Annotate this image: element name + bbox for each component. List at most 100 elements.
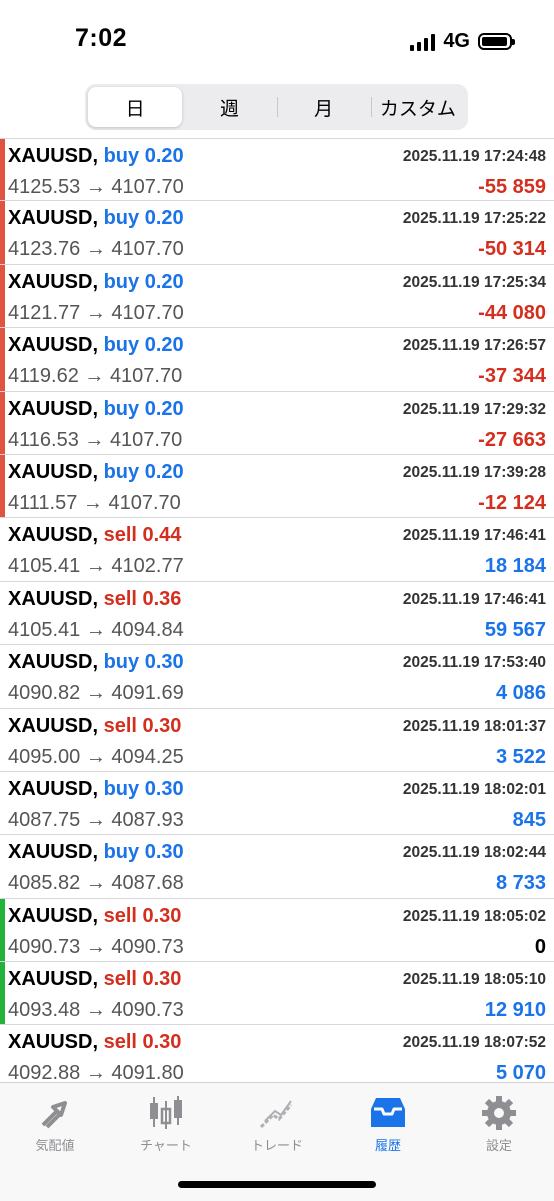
trade-symbol: XAUUSD, (8, 587, 99, 610)
trade-side: buy (103, 651, 140, 674)
trade-side: buy (103, 777, 140, 800)
trade-row[interactable]: XAUUSD, buy 0.20 2025.11.19 17:26:57 411… (0, 328, 554, 392)
trade-row[interactable]: XAUUSD, sell 0.30 2025.11.19 18:05:02 40… (0, 898, 554, 963)
trade-marker (0, 454, 5, 518)
open-price: 4090.82 (8, 682, 81, 705)
trade-symbol: XAUUSD, (8, 777, 99, 800)
trade-prices: 4105.41 → 4094.84 (8, 619, 184, 642)
trade-volume: 0.30 (142, 968, 182, 991)
trade-symbol: XAUUSD, (8, 524, 99, 547)
arrow-icon: → (85, 999, 106, 1022)
trade-prices: 4116.53 → 4107.70 (8, 429, 182, 452)
trade-marker (0, 391, 5, 454)
trade-datetime: 2025.11.19 18:01:37 (402, 717, 546, 735)
trade-prices: 4090.73 → 4090.73 (8, 936, 184, 959)
open-price: 4121.77 (8, 301, 81, 324)
trade-datetime: 2025.11.19 17:53:40 (402, 654, 546, 672)
trade-row[interactable]: XAUUSD, buy 0.20 2025.11.19 17:39:28 411… (0, 454, 554, 519)
trade-profit: -55 859 (478, 176, 546, 198)
arrow-icon: → (85, 301, 106, 324)
trade-volume: 0.30 (144, 651, 184, 674)
trade-volume: 0.30 (144, 777, 184, 800)
trade-prices: 4095.00 → 4094.25 (8, 746, 184, 769)
trade-datetime: 2025.11.19 17:46:41 (402, 527, 546, 545)
tab-custom[interactable]: カスタム (370, 87, 465, 127)
trade-profit: 18 184 (484, 555, 546, 578)
trade-side: buy (103, 207, 140, 230)
trade-datetime: 2025.11.19 17:46:41 (402, 590, 546, 608)
trade-symbol: XAUUSD, (8, 334, 99, 357)
trade-row[interactable]: XAUUSD, buy 0.30 2025.11.19 17:53:40 409… (0, 645, 554, 709)
trade-row[interactable]: XAUUSD, sell 0.30 2025.11.19 18:05:10 40… (0, 962, 554, 1026)
trade-trend-icon (259, 1100, 293, 1129)
trade-side: buy (103, 460, 140, 483)
trade-symbol: XAUUSD, (8, 841, 99, 864)
close-price: 4091.69 (111, 682, 184, 705)
trade-volume: 0.20 (144, 334, 184, 357)
tab-quotes-label: 気配値 (35, 1138, 75, 1153)
open-price: 4123.76 (8, 238, 81, 261)
trade-datetime: 2025.11.19 17:25:22 (402, 210, 546, 228)
arrow-icon: → (84, 428, 105, 451)
trade-datetime: 2025.11.19 18:05:02 (402, 907, 546, 925)
trade-symbol: XAUUSD, (8, 1031, 99, 1054)
trade-row[interactable]: XAUUSD, buy 0.30 2025.11.19 18:02:44 408… (0, 835, 554, 899)
trade-symbol: XAUUSD, (8, 460, 99, 483)
status-time: 7:02 (75, 24, 128, 52)
trade-profit: 59 567 (484, 618, 546, 641)
trade-title: XAUUSD, sell 0.30 (8, 905, 181, 928)
trade-row[interactable]: XAUUSD, buy 0.20 2025.11.19 17:29:32 411… (0, 391, 554, 455)
trade-row[interactable]: XAUUSD, buy 0.20 2025.11.19 17:25:22 412… (0, 201, 554, 265)
trade-prices: 4087.75 → 4087.93 (8, 809, 184, 832)
trade-row[interactable]: XAUUSD, buy 0.20 2025.11.19 17:25:34 412… (0, 264, 554, 329)
tab-day[interactable]: 日 (88, 87, 183, 127)
close-price: 4087.93 (111, 808, 184, 831)
trade-datetime: 2025.11.19 17:24:48 (402, 148, 546, 165)
trade-title: XAUUSD, buy 0.20 (8, 398, 184, 421)
trade-side: sell (103, 904, 137, 927)
open-price: 4105.41 (8, 618, 81, 641)
trade-row[interactable]: XAUUSD, sell 0.30 2025.11.19 18:01:37 40… (0, 709, 554, 772)
tab-month[interactable]: 月 (276, 87, 371, 127)
candlestick-chart-icon (150, 1096, 182, 1129)
trade-volume: 0.20 (144, 207, 184, 230)
trade-marker (0, 139, 5, 201)
trade-prices: 4085.82 → 4087.68 (8, 872, 184, 895)
trade-side: sell (103, 968, 137, 991)
trade-marker (0, 201, 5, 264)
close-price: 4107.70 (109, 365, 183, 388)
trade-side: buy (103, 145, 140, 167)
trade-volume: 0.20 (144, 397, 184, 420)
status-bar: 7:02 4G (0, 0, 554, 84)
open-price: 4105.41 (8, 555, 81, 578)
arrow-icon: → (85, 682, 106, 705)
trade-marker (0, 898, 5, 962)
network-type: 4G (443, 30, 470, 52)
close-price: 4087.68 (111, 872, 184, 895)
trade-side: sell (103, 1031, 137, 1054)
arrow-icon: → (85, 176, 106, 198)
trade-prices: 4125.53 → 4107.70 (8, 176, 184, 199)
trade-side: buy (103, 397, 140, 420)
trade-profit: 3 522 (495, 745, 546, 768)
trade-volume: 0.30 (142, 904, 182, 927)
trade-title: XAUUSD, buy 0.30 (8, 651, 184, 674)
trade-symbol: XAUUSD, (8, 207, 99, 230)
trade-row[interactable]: XAUUSD, buy 0.30 2025.11.19 18:02:01 408… (0, 772, 554, 836)
trade-row[interactable]: XAUUSD, sell 0.30 2025.11.19 18:07:52 40… (0, 1025, 554, 1089)
close-price: 4107.70 (111, 238, 184, 261)
trade-row[interactable]: XAUUSD, buy 0.20 2025.11.19 17:24:48 412… (0, 138, 554, 202)
trade-volume: 0.36 (142, 587, 182, 610)
close-price: 4094.25 (111, 745, 184, 768)
trade-row[interactable]: XAUUSD, sell 0.36 2025.11.19 17:46:41 41… (0, 582, 554, 646)
tab-history-label: 履歴 (374, 1138, 401, 1153)
trade-row[interactable]: XAUUSD, sell 0.44 2025.11.19 17:46:41 41… (0, 518, 554, 582)
tab-trade-label: トレード (250, 1138, 303, 1153)
trade-datetime: 2025.11.19 17:39:28 (402, 463, 546, 481)
close-price: 4094.84 (111, 618, 184, 641)
tab-week[interactable]: 週 (182, 87, 276, 127)
trade-prices: 4123.76 → 4107.70 (8, 238, 184, 261)
trade-side: sell (103, 587, 137, 610)
open-price: 4095.00 (8, 745, 81, 768)
trade-profit: 8 733 (495, 872, 546, 895)
